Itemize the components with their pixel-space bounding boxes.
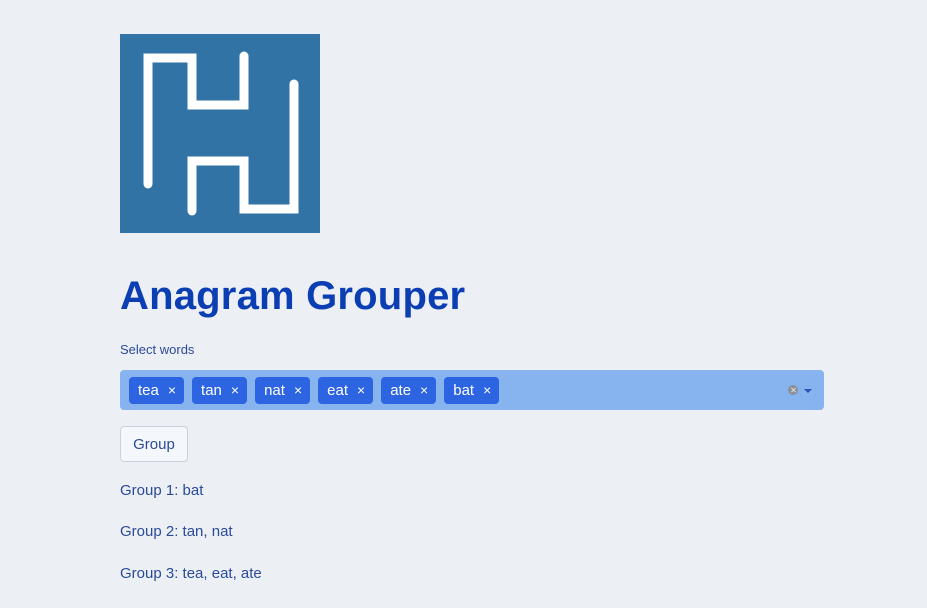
result-group-2: Group 2: tan, nat bbox=[120, 523, 233, 540]
result-group-3: Group 3: tea, eat, ate bbox=[120, 565, 262, 582]
tag-tea: tea × bbox=[129, 376, 185, 404]
tag-nat: nat × bbox=[255, 376, 311, 404]
remove-tag-icon[interactable]: × bbox=[168, 383, 176, 397]
tag-label: tan bbox=[201, 381, 222, 399]
remove-tag-icon[interactable]: × bbox=[357, 383, 365, 397]
remove-tag-icon[interactable]: × bbox=[483, 383, 491, 397]
app-page: Anagram Grouper Select words tea × tan ×… bbox=[0, 0, 927, 608]
remove-tag-icon[interactable]: × bbox=[294, 383, 302, 397]
multiselect-controls bbox=[788, 370, 812, 410]
words-multiselect[interactable]: tea × tan × nat × eat × ate × bat × bbox=[120, 370, 824, 410]
tag-label: bat bbox=[453, 381, 475, 399]
tag-bat: bat × bbox=[444, 376, 500, 404]
select-words-label: Select words bbox=[120, 342, 195, 357]
remove-tag-icon[interactable]: × bbox=[420, 383, 428, 397]
tag-label: nat bbox=[264, 381, 285, 399]
result-group-1: Group 1: bat bbox=[120, 482, 204, 499]
tag-eat: eat × bbox=[318, 376, 374, 404]
tag-label: tea bbox=[138, 381, 159, 399]
tag-label: ate bbox=[390, 381, 412, 399]
tag-label: eat bbox=[327, 381, 348, 399]
remove-tag-icon[interactable]: × bbox=[231, 383, 239, 397]
page-title: Anagram Grouper bbox=[120, 274, 466, 318]
logo-icon bbox=[120, 34, 320, 233]
clear-icon[interactable] bbox=[788, 385, 798, 395]
chevron-down-icon[interactable] bbox=[804, 389, 812, 393]
tag-tan: tan × bbox=[192, 376, 248, 404]
tag-ate: ate × bbox=[381, 376, 437, 404]
group-button[interactable]: Group bbox=[120, 426, 188, 462]
